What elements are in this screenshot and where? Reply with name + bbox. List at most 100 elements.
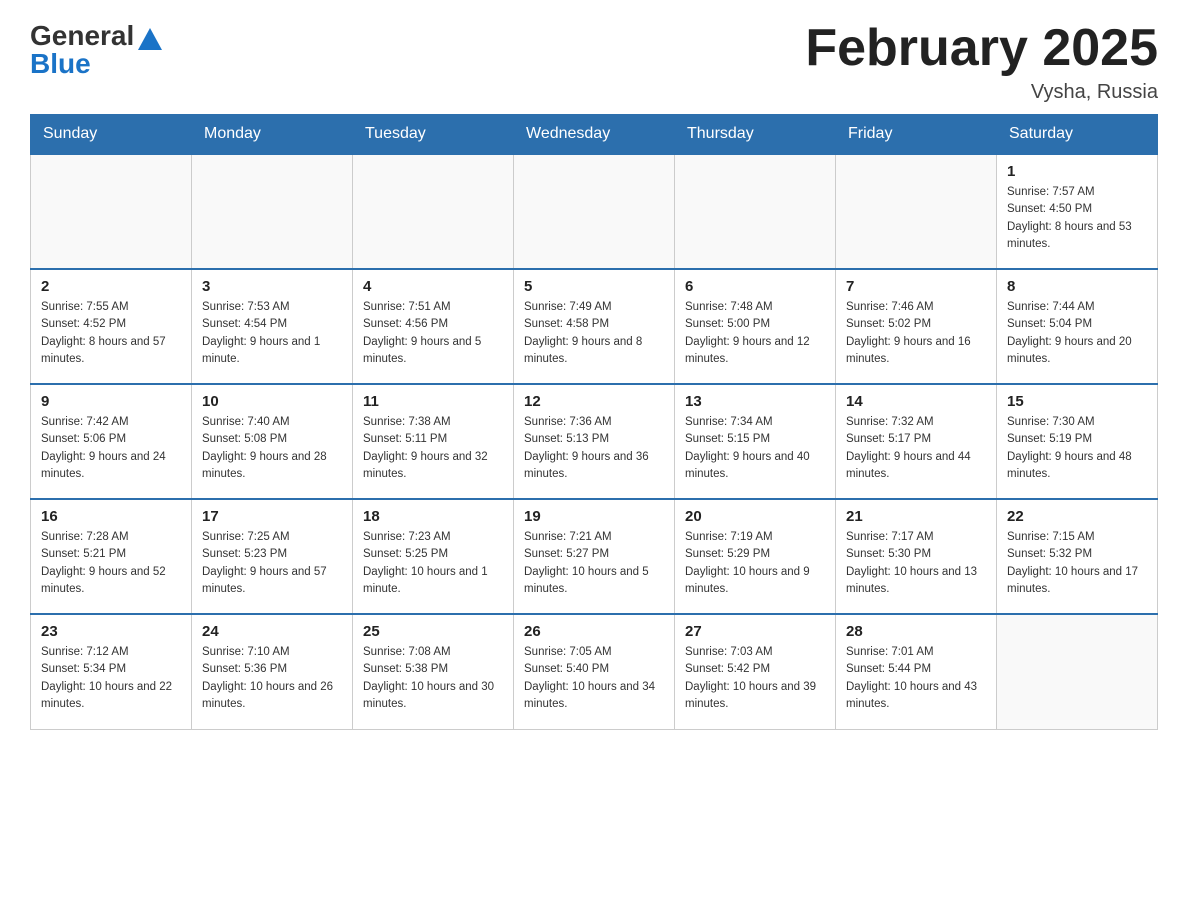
day-number: 22	[1007, 508, 1147, 525]
week-row-5: 23 Sunrise: 7:12 AMSunset: 5:34 PMDayligh…	[31, 614, 1158, 729]
day-number: 26	[524, 623, 664, 640]
col-saturday: Saturday	[997, 115, 1158, 155]
day-number: 21	[846, 508, 986, 525]
calendar-cell: 6 Sunrise: 7:48 AMSunset: 5:00 PMDaylight…	[675, 269, 836, 384]
day-info: Sunrise: 7:08 AMSunset: 5:38 PMDaylight:…	[363, 644, 503, 713]
calendar-cell: 22Sunrise: 7:15 AMSunset: 5:32 PMDayligh…	[997, 499, 1158, 614]
calendar-cell: 19Sunrise: 7:21 AMSunset: 5:27 PMDayligh…	[514, 499, 675, 614]
logo-triangle-icon	[138, 28, 162, 50]
calendar-cell: 7 Sunrise: 7:46 AMSunset: 5:02 PMDaylight…	[836, 269, 997, 384]
day-number: 20	[685, 508, 825, 525]
calendar-cell: 3Sunrise: 7:53 AMSunset: 4:54 PMDaylight…	[192, 269, 353, 384]
calendar-cell: 1 Sunrise: 7:57 AMSunset: 4:50 PMDaylight…	[997, 154, 1158, 269]
day-info: Sunrise: 7:30 AMSunset: 5:19 PMDaylight:…	[1007, 414, 1147, 483]
day-info: Sunrise: 7:46 AMSunset: 5:02 PMDaylight:…	[846, 299, 986, 368]
day-info: Sunrise: 7:57 AMSunset: 4:50 PMDaylight:…	[1007, 184, 1147, 253]
calendar-cell: 4 Sunrise: 7:51 AMSunset: 4:56 PMDaylight…	[353, 269, 514, 384]
calendar-cell: 27 Sunrise: 7:03 AMSunset: 5:42 PMDayligh…	[675, 614, 836, 729]
day-info: Sunrise: 7:12 AMSunset: 5:34 PMDaylight:…	[41, 644, 181, 713]
day-number: 5	[524, 278, 664, 295]
day-number: 10	[202, 393, 342, 410]
week-row-1: 1 Sunrise: 7:57 AMSunset: 4:50 PMDaylight…	[31, 154, 1158, 269]
day-info: Sunrise: 7:28 AMSunset: 5:21 PMDaylight:…	[41, 529, 181, 598]
day-info: Sunrise: 7:53 AMSunset: 4:54 PMDaylight:…	[202, 299, 342, 368]
day-info: Sunrise: 7:34 AMSunset: 5:15 PMDaylight:…	[685, 414, 825, 483]
calendar-cell: 25Sunrise: 7:08 AMSunset: 5:38 PMDayligh…	[353, 614, 514, 729]
calendar-cell: 18 Sunrise: 7:23 AMSunset: 5:25 PMDayligh…	[353, 499, 514, 614]
calendar-cell: 20 Sunrise: 7:19 AMSunset: 5:29 PMDayligh…	[675, 499, 836, 614]
calendar-cell: 24 Sunrise: 7:10 AMSunset: 5:36 PMDayligh…	[192, 614, 353, 729]
calendar-cell: 16 Sunrise: 7:28 AMSunset: 5:21 PMDayligh…	[31, 499, 192, 614]
day-number: 28	[846, 623, 986, 640]
day-info: Sunrise: 7:25 AMSunset: 5:23 PMDaylight:…	[202, 529, 342, 598]
week-row-3: 9 Sunrise: 7:42 AMSunset: 5:06 PMDaylight…	[31, 384, 1158, 499]
calendar-cell: 13 Sunrise: 7:34 AMSunset: 5:15 PMDayligh…	[675, 384, 836, 499]
day-number: 4	[363, 278, 503, 295]
location-label: Vysha, Russia	[805, 81, 1158, 104]
day-number: 13	[685, 393, 825, 410]
day-number: 11	[363, 393, 503, 410]
day-info: Sunrise: 7:42 AMSunset: 5:06 PMDaylight:…	[41, 414, 181, 483]
day-number: 23	[41, 623, 181, 640]
calendar-cell: 5Sunrise: 7:49 AMSunset: 4:58 PMDaylight…	[514, 269, 675, 384]
calendar-cell: 9 Sunrise: 7:42 AMSunset: 5:06 PMDaylight…	[31, 384, 192, 499]
calendar-cell: 2 Sunrise: 7:55 AMSunset: 4:52 PMDaylight…	[31, 269, 192, 384]
col-friday: Friday	[836, 115, 997, 155]
day-info: Sunrise: 7:23 AMSunset: 5:25 PMDaylight:…	[363, 529, 503, 598]
calendar-header-row: Sunday Monday Tuesday Wednesday Thursday…	[31, 115, 1158, 155]
calendar-cell	[192, 154, 353, 269]
day-number: 15	[1007, 393, 1147, 410]
col-sunday: Sunday	[31, 115, 192, 155]
day-info: Sunrise: 7:44 AMSunset: 5:04 PMDaylight:…	[1007, 299, 1147, 368]
page-header: General Blue February 2025 Vysha, Russia	[30, 20, 1158, 104]
day-info: Sunrise: 7:36 AMSunset: 5:13 PMDaylight:…	[524, 414, 664, 483]
calendar-cell: 23 Sunrise: 7:12 AMSunset: 5:34 PMDayligh…	[31, 614, 192, 729]
calendar-table: Sunday Monday Tuesday Wednesday Thursday…	[30, 114, 1158, 730]
day-info: Sunrise: 7:21 AMSunset: 5:27 PMDaylight:…	[524, 529, 664, 598]
day-info: Sunrise: 7:19 AMSunset: 5:29 PMDaylight:…	[685, 529, 825, 598]
day-number: 6	[685, 278, 825, 295]
day-info: Sunrise: 7:38 AMSunset: 5:11 PMDaylight:…	[363, 414, 503, 483]
day-number: 14	[846, 393, 986, 410]
calendar-cell	[997, 614, 1158, 729]
day-number: 18	[363, 508, 503, 525]
day-number: 24	[202, 623, 342, 640]
day-number: 2	[41, 278, 181, 295]
day-info: Sunrise: 7:51 AMSunset: 4:56 PMDaylight:…	[363, 299, 503, 368]
month-title: February 2025	[805, 20, 1158, 77]
day-info: Sunrise: 7:05 AMSunset: 5:40 PMDaylight:…	[524, 644, 664, 713]
calendar-cell: 21Sunrise: 7:17 AMSunset: 5:30 PMDayligh…	[836, 499, 997, 614]
calendar-cell: 26 Sunrise: 7:05 AMSunset: 5:40 PMDayligh…	[514, 614, 675, 729]
calendar-cell: 15 Sunrise: 7:30 AMSunset: 5:19 PMDayligh…	[997, 384, 1158, 499]
day-number: 27	[685, 623, 825, 640]
calendar-cell	[31, 154, 192, 269]
day-info: Sunrise: 7:48 AMSunset: 5:00 PMDaylight:…	[685, 299, 825, 368]
calendar-cell: 10 Sunrise: 7:40 AMSunset: 5:08 PMDayligh…	[192, 384, 353, 499]
day-info: Sunrise: 7:03 AMSunset: 5:42 PMDaylight:…	[685, 644, 825, 713]
day-number: 9	[41, 393, 181, 410]
day-number: 1	[1007, 163, 1147, 180]
calendar-cell	[675, 154, 836, 269]
col-tuesday: Tuesday	[353, 115, 514, 155]
calendar-cell: 12 Sunrise: 7:36 AMSunset: 5:13 PMDayligh…	[514, 384, 675, 499]
logo-blue-text: Blue	[30, 48, 91, 80]
calendar-cell: 28 Sunrise: 7:01 AMSunset: 5:44 PMDayligh…	[836, 614, 997, 729]
calendar-cell	[353, 154, 514, 269]
day-info: Sunrise: 7:55 AMSunset: 4:52 PMDaylight:…	[41, 299, 181, 368]
day-number: 8	[1007, 278, 1147, 295]
day-info: Sunrise: 7:40 AMSunset: 5:08 PMDaylight:…	[202, 414, 342, 483]
day-number: 12	[524, 393, 664, 410]
week-row-4: 16 Sunrise: 7:28 AMSunset: 5:21 PMDayligh…	[31, 499, 1158, 614]
col-thursday: Thursday	[675, 115, 836, 155]
calendar-cell	[836, 154, 997, 269]
day-info: Sunrise: 7:10 AMSunset: 5:36 PMDaylight:…	[202, 644, 342, 713]
logo: General Blue	[30, 20, 162, 80]
day-number: 7	[846, 278, 986, 295]
calendar-cell: 14Sunrise: 7:32 AMSunset: 5:17 PMDayligh…	[836, 384, 997, 499]
day-number: 16	[41, 508, 181, 525]
day-info: Sunrise: 7:01 AMSunset: 5:44 PMDaylight:…	[846, 644, 986, 713]
day-number: 17	[202, 508, 342, 525]
col-monday: Monday	[192, 115, 353, 155]
col-wednesday: Wednesday	[514, 115, 675, 155]
calendar-cell: 11 Sunrise: 7:38 AMSunset: 5:11 PMDayligh…	[353, 384, 514, 499]
